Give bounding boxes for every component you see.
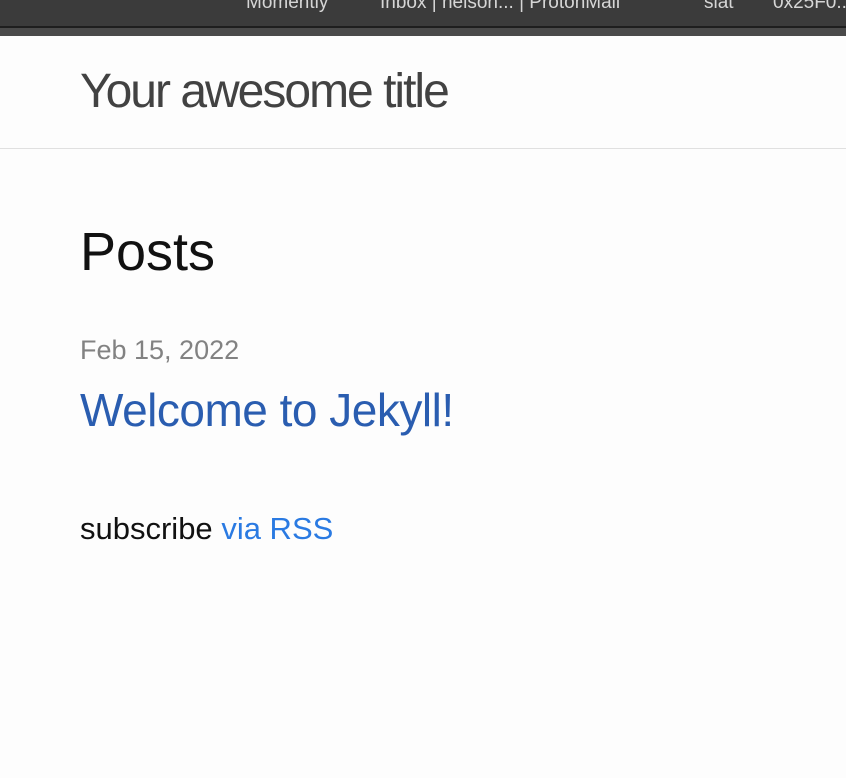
- site-header: Your awesome title: [0, 36, 846, 149]
- rss-link[interactable]: via RSS: [221, 511, 333, 546]
- post-date: Feb 15, 2022: [80, 335, 240, 365]
- bookmark-slat[interactable]: slat: [704, 0, 734, 15]
- bookmark-momently[interactable]: Momently: [246, 0, 328, 15]
- bookmark-protonmail-inbox[interactable]: Inbox | nelson... | ProtonMail: [380, 0, 620, 15]
- page-heading: Posts: [80, 222, 216, 282]
- post-title-link[interactable]: Welcome to Jekyll!: [80, 382, 454, 438]
- rss-prefix: subscribe: [80, 511, 213, 546]
- bookmarks-bar: Momently Inbox | nelson... | ProtonMail …: [0, 0, 846, 26]
- bookmark-address[interactable]: 0x25F0...: [773, 0, 846, 15]
- site-title-link[interactable]: Your awesome title: [80, 64, 450, 120]
- toolbar-strip: [0, 28, 846, 36]
- rss-subscribe: subscribe via RSS: [80, 510, 333, 548]
